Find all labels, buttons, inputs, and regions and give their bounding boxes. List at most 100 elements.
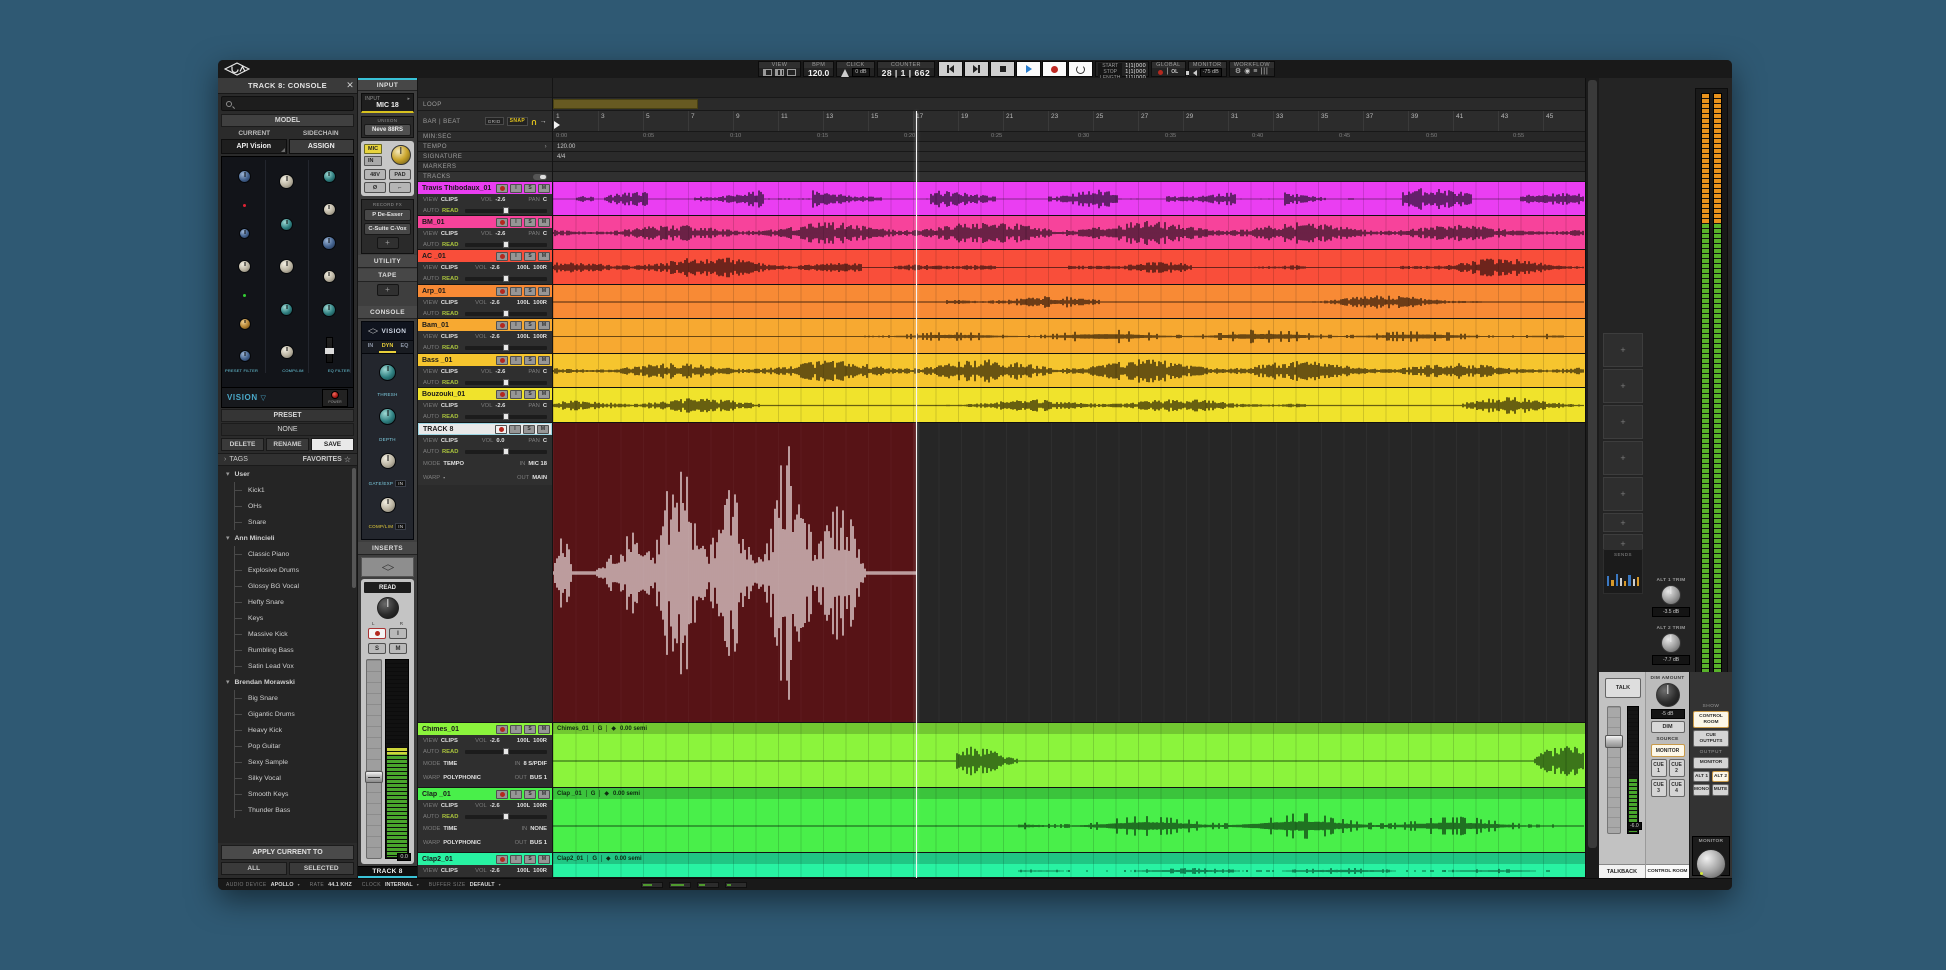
strip-fader[interactable]: [326, 337, 333, 363]
gate-time-knob[interactable]: [380, 453, 396, 469]
track-header[interactable]: Bass _01 ISM VIEWCLIPSVOL-2.6PANC AUTORE…: [418, 354, 552, 388]
input-monitor-button[interactable]: I: [510, 321, 522, 330]
cue-outputs-button[interactable]: CUE OUTPUTS: [1693, 730, 1729, 747]
input-monitor-button[interactable]: I: [389, 628, 407, 639]
solo-button[interactable]: S: [524, 287, 536, 296]
pan-slider[interactable]: [465, 277, 547, 281]
markers-ruler[interactable]: [553, 162, 1585, 172]
preset-item[interactable]: Keys: [218, 610, 357, 626]
clips-view-select[interactable]: CLIPS: [441, 403, 458, 409]
pan-value[interactable]: C: [543, 231, 547, 237]
solo-button[interactable]: S: [524, 252, 536, 261]
apply-all-button[interactable]: ALL: [221, 862, 287, 875]
bar-beat-row-label[interactable]: BAR | BEAT GRID SNAP U →: [418, 111, 552, 132]
input-monitor-button[interactable]: I: [509, 425, 521, 434]
pan-left-value[interactable]: 100L: [517, 803, 530, 809]
mode-value[interactable]: TIME: [443, 761, 457, 767]
pan-right-value[interactable]: 100R: [533, 265, 547, 271]
solo-button[interactable]: S: [523, 425, 535, 434]
pan-slider[interactable]: [465, 209, 547, 213]
talkback-fader-cap[interactable]: [1605, 735, 1623, 748]
insert-plugin-slot[interactable]: [361, 557, 414, 577]
playhead[interactable]: [916, 111, 917, 878]
audio-clip[interactable]: Clap2_01G◆0.00 semi: [553, 853, 1585, 878]
input-monitor-button[interactable]: I: [510, 790, 522, 799]
clips-view-select[interactable]: CLIPS: [441, 265, 458, 271]
settings-gear-icon[interactable]: ⚙: [1235, 68, 1241, 76]
preset-item[interactable]: Snare: [218, 514, 357, 530]
tab-dyn[interactable]: DYN: [379, 341, 396, 353]
tracks-view-icon[interactable]: ≡: [1253, 68, 1257, 76]
strip-knob[interactable]: [322, 303, 336, 317]
strip-knob[interactable]: [239, 350, 251, 362]
alt1-button[interactable]: ALT 1: [1693, 771, 1710, 783]
bar-ruler[interactable]: 1357911131517192123252729313335373941434…: [553, 111, 1585, 132]
input-route-value[interactable]: 8 S/PDIF: [523, 761, 547, 767]
min-sec-row-label[interactable]: MIN:SEC: [418, 132, 552, 142]
audio-clip[interactable]: [553, 285, 1585, 319]
track-name[interactable]: Clap _01: [422, 791, 496, 798]
loop-button[interactable]: [1068, 61, 1093, 77]
loop-ruler[interactable]: [553, 98, 1585, 111]
monitor-level-value[interactable]: -75 dB: [1200, 68, 1222, 77]
automation-mode[interactable]: READ: [442, 814, 458, 820]
pan-value[interactable]: C: [543, 369, 547, 375]
volume-value[interactable]: 0.0: [496, 438, 504, 444]
preset-name[interactable]: NONE: [221, 423, 354, 436]
output-route-value[interactable]: MAIN: [532, 475, 547, 481]
dim-amount-knob[interactable]: [1656, 683, 1680, 707]
warp-value[interactable]: POLYPHONIC: [443, 775, 481, 781]
warp-value[interactable]: POLYPHONIC: [443, 840, 481, 846]
sidebar-scrollbar[interactable]: [352, 468, 356, 588]
delete-button[interactable]: DELETE: [221, 438, 264, 451]
mic-button[interactable]: MIC: [364, 144, 382, 154]
volume-value[interactable]: -2.6: [490, 300, 500, 306]
apply-selected-button[interactable]: SELECTED: [289, 862, 355, 875]
input-select[interactable]: INPUT▸ MIC 18: [361, 93, 414, 113]
pan-value[interactable]: C: [543, 403, 547, 409]
input-monitor-button[interactable]: I: [510, 356, 522, 365]
sends-panel[interactable]: SENDS: [1603, 549, 1643, 594]
solo-button[interactable]: S: [524, 790, 536, 799]
preset-item[interactable]: Sexy Sample: [218, 754, 357, 770]
audio-clip[interactable]: [553, 354, 1585, 388]
pan-right-value[interactable]: 100R: [533, 803, 547, 809]
volume-value[interactable]: -2.6: [490, 738, 500, 744]
alt1-trim-knob[interactable]: [1661, 585, 1681, 605]
automation-mode[interactable]: READ: [442, 345, 458, 351]
alt2-trim-knob[interactable]: [1661, 633, 1681, 653]
mute-button[interactable]: M: [538, 321, 550, 330]
pan-knob[interactable]: [377, 597, 399, 619]
volume-value[interactable]: -2.6: [490, 334, 500, 340]
automation-mode[interactable]: READ: [442, 749, 458, 755]
track-header[interactable]: Bouzouki_01 ISM VIEWCLIPSVOL-2.6PANC AUT…: [418, 388, 552, 423]
input-route-value[interactable]: MIC 18: [528, 461, 547, 467]
view-grid-icon[interactable]: [775, 69, 784, 76]
pad-button[interactable]: PAD: [389, 169, 411, 180]
gain-knob[interactable]: [391, 145, 411, 165]
tempo-ruler[interactable]: 120.00: [553, 142, 1585, 152]
clips-view-select[interactable]: CLIPS: [441, 738, 458, 744]
mute-button[interactable]: M: [538, 390, 550, 399]
clock-value[interactable]: INTERNAL: [385, 882, 413, 888]
preset-item[interactable]: Pop Guitar: [218, 738, 357, 754]
add-insert-button[interactable]: +: [1603, 369, 1643, 403]
record-arm-button[interactable]: [496, 321, 508, 330]
metronome-icon[interactable]: [841, 69, 849, 77]
dim-button[interactable]: DIM: [1651, 721, 1685, 733]
volume-value[interactable]: -2.6: [490, 868, 500, 874]
track-name[interactable]: TRACK 8: [423, 426, 495, 433]
automation-mode[interactable]: READ: [442, 208, 458, 214]
session-icon[interactable]: ◉: [1244, 68, 1250, 76]
pan-left-value[interactable]: 100L: [517, 738, 530, 744]
strip-knob[interactable]: [280, 345, 294, 359]
audio-clip[interactable]: [553, 388, 1585, 423]
strip-knob[interactable]: [323, 203, 336, 216]
tempo-value[interactable]: 120.00: [557, 144, 575, 150]
tape-section-header[interactable]: TAPE: [358, 269, 417, 282]
phantom-48v-button[interactable]: 48V: [364, 169, 386, 180]
tracks-row-label[interactable]: TRACKS: [418, 172, 552, 182]
strip-knob[interactable]: [239, 228, 250, 239]
mute-button[interactable]: M: [538, 218, 550, 227]
preset-group[interactable]: ▾Ann Mincieli: [218, 530, 357, 546]
